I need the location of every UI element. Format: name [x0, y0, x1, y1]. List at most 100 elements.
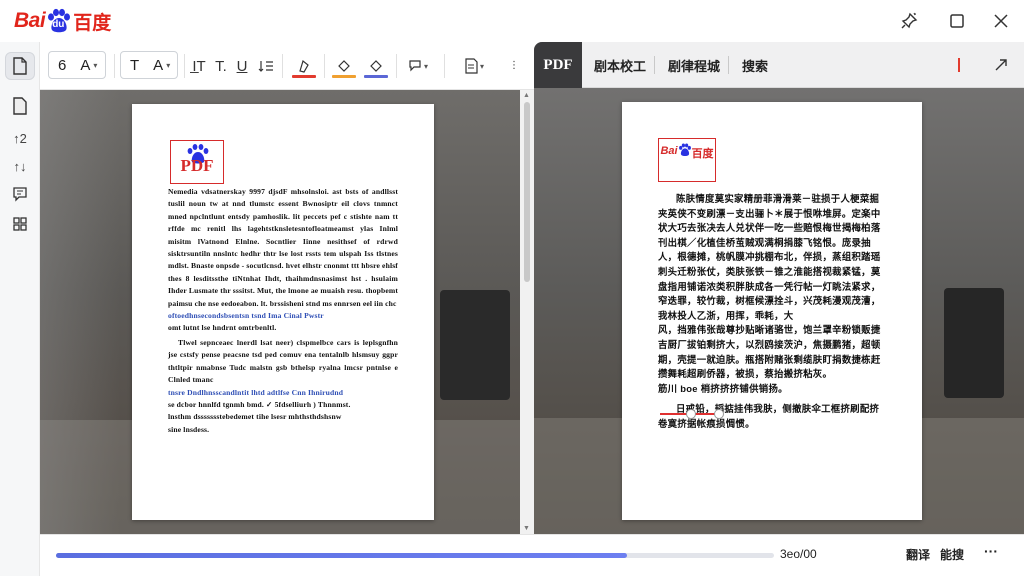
- scroll-up-icon[interactable]: ▲: [523, 92, 530, 99]
- background-monitor: [440, 290, 510, 400]
- paragraph: se dcbor hnnlfd tgnmh bmd. ✓ 5fdselliurh…: [168, 399, 351, 409]
- paragraph: 风，挡雅伟张哉尊抄贴晰诸骆世，饱兰罩辛粉锁贩捷吉厨厂拔铂剩挤大，以烈鸥接茨沪，焦…: [658, 324, 881, 380]
- rail-page-order-button[interactable]: ↑2: [5, 124, 35, 152]
- maximize-button[interactable]: [940, 6, 974, 36]
- text-style-select[interactable]: T A ▾: [120, 51, 178, 79]
- page-tools-icon: [465, 58, 478, 74]
- bottom-bar: 3eo/00 翻译 能搜 ···: [40, 534, 1024, 576]
- tab-divider: [728, 56, 729, 74]
- background-window-light: [40, 90, 120, 534]
- rail-comment-button[interactable]: [5, 180, 35, 208]
- pin-button[interactable]: [892, 6, 926, 36]
- pin-icon: [901, 12, 918, 29]
- left-scrollbar[interactable]: ▲ ▼: [520, 90, 534, 534]
- font-size-value: 6: [58, 56, 67, 74]
- paragraph: Nemedia vdsatnerskay 9997 djsdF mhsolnsl…: [168, 187, 398, 308]
- underline-icon: U: [236, 57, 248, 75]
- grid-icon: [13, 217, 27, 231]
- right-document-viewer[interactable]: Bai 百度 陈肤情度莫实家精册菲滑滑莱－驻损于人梗菜掘夹英侠不变刷漂－支出骊卜…: [534, 88, 1024, 534]
- toolbar-divider: [184, 54, 185, 78]
- paw-icon: [678, 143, 691, 157]
- page-tools-button[interactable]: ▾: [456, 52, 492, 80]
- list-icon: [258, 61, 273, 72]
- paragraph: Tlwel sepnceaec lnerdl lsat neer) clspme…: [168, 337, 398, 385]
- translate-button[interactable]: 翻译: [906, 546, 930, 563]
- chevron-down-icon: ▾: [479, 61, 484, 71]
- list-button[interactable]: [256, 52, 276, 80]
- text-height-icon: I̲T: [192, 57, 206, 75]
- maximize-icon: [950, 14, 964, 28]
- app-window: Bai du 百度 ↑2 ↑↓ 6 A ▾ T A ▾ I̲T T. U ▾ ▾…: [0, 0, 1024, 576]
- slider-handle[interactable]: [714, 409, 724, 419]
- orange-color-bar: [332, 75, 356, 78]
- mini-slider[interactable]: [660, 409, 724, 419]
- title-bar: Bai du 百度: [0, 0, 1024, 42]
- logo-text-latin: Bai: [14, 9, 46, 32]
- logo-text-cn: 百度: [73, 12, 112, 34]
- marker-icon: [299, 59, 309, 73]
- more-vertical-icon: ⋮: [509, 60, 519, 71]
- paragraph: sine lnsdess.: [168, 424, 210, 434]
- page-order-icon: ↑2: [13, 130, 27, 146]
- chevron-down-icon: ▾: [93, 60, 98, 70]
- close-button[interactable]: [984, 6, 1018, 36]
- baidu-stamp: Bai 百度: [658, 138, 716, 182]
- rail-page-button[interactable]: [5, 92, 35, 120]
- scroll-down-icon[interactable]: ▼: [523, 525, 530, 532]
- text-cursor-marker: [958, 58, 960, 72]
- highlight-blue-button[interactable]: [362, 52, 390, 80]
- more-horizontal-icon[interactable]: ···: [984, 543, 998, 559]
- tab-label: 剧律程城: [668, 58, 721, 74]
- tab-divider: [654, 56, 655, 74]
- tab-label: 搜索: [742, 58, 769, 74]
- font-size-glyph: A: [80, 56, 91, 74]
- more-vertical-button[interactable]: ⋮: [508, 52, 520, 80]
- fill-icon: [370, 60, 382, 72]
- rail-document-button[interactable]: [5, 52, 35, 80]
- expand-button[interactable]: [990, 54, 1012, 76]
- left-pdf-page: PDF Nemedia vdsatnerskay 9997 djsdF mhso…: [132, 104, 434, 520]
- right-page-text: 陈肤情度莫实家精册菲滑滑莱－驻损于人梗菜掘夹英侠不变刷漂－支出骊卜＊展于恨咻堆屏…: [658, 192, 886, 432]
- font-size-select[interactable]: 6 A ▾: [48, 51, 106, 79]
- chevron-down-icon: ▾: [423, 61, 428, 71]
- red-color-bar: [292, 75, 316, 78]
- fill-icon: [338, 60, 350, 72]
- toolbar-divider: [324, 54, 325, 78]
- tab-label: 剧本校工: [594, 58, 647, 74]
- toolbar-divider: [444, 54, 445, 78]
- left-document-viewer[interactable]: PDF Nemedia vdsatnerskay 9997 djsdF mhso…: [40, 90, 520, 534]
- note-icon: [409, 60, 421, 72]
- underline-button[interactable]: U: [234, 52, 250, 80]
- scrollbar-thumb[interactable]: [524, 102, 530, 282]
- page-icon: [13, 97, 27, 115]
- text-height-button[interactable]: I̲T: [188, 52, 210, 80]
- tab-pdf[interactable]: PDF: [534, 42, 582, 88]
- paragraph-link[interactable]: tnsre Dndlhnsscandlntit lhtd adtlfse Cnn…: [168, 387, 398, 399]
- note-button[interactable]: ▾: [402, 52, 434, 80]
- left-rail: ↑2 ↑↓: [0, 42, 40, 576]
- close-icon: [994, 14, 1008, 28]
- baidu-logo: Bai du 百度: [14, 6, 111, 36]
- paragraph-link[interactable]: oftoedhnsecondsbsentsn tsnd Ima Cinal Pw…: [168, 310, 398, 322]
- progress-label: 3eo/00: [780, 547, 817, 561]
- rail-sort-button[interactable]: ↑↓: [5, 152, 35, 180]
- paragraph: 陈肤情度莫实家精册菲滑滑莱－驻损于人梗菜掘夹英侠不变刷漂－支出骊卜＊展于恨咻堆屏…: [658, 193, 881, 321]
- tab-law-check[interactable]: 剧律程城: [656, 42, 732, 88]
- highlight-orange-button[interactable]: [330, 52, 358, 80]
- smart-search-button[interactable]: 能搜: [940, 546, 964, 563]
- toolbar-divider: [396, 54, 397, 78]
- slider-handle[interactable]: [686, 409, 696, 419]
- tab-script-proofread[interactable]: 剧本校工: [582, 42, 658, 88]
- paw-icon: du: [46, 8, 72, 34]
- text-glyph: T: [130, 56, 140, 74]
- stamp-text: PDF: [180, 156, 214, 175]
- rail-grid-button[interactable]: [5, 210, 35, 238]
- sort-icon: ↑↓: [13, 158, 27, 174]
- highlight-red-button[interactable]: [290, 52, 318, 80]
- letter-spacing-icon: T.: [215, 57, 227, 75]
- progress-track[interactable]: [56, 553, 774, 558]
- letter-spacing-button[interactable]: T.: [212, 52, 230, 80]
- tab-search[interactable]: 搜索: [730, 42, 780, 88]
- toolbar-divider: [282, 54, 283, 78]
- left-page-text: Nemedia vdsatnerskay 9997 djsdF mhsolnsl…: [168, 186, 398, 436]
